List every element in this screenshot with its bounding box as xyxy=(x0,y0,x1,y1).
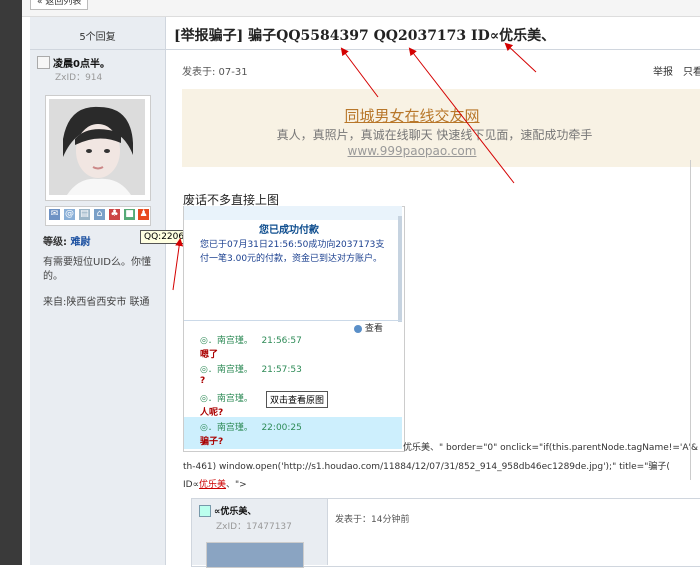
arrow-to-qq2 xyxy=(408,47,515,184)
arrow-to-qq-tooltip xyxy=(172,238,184,291)
arrow-to-id xyxy=(504,42,537,73)
annotation-arrows xyxy=(172,42,537,291)
arrow-to-qq1 xyxy=(340,47,379,98)
